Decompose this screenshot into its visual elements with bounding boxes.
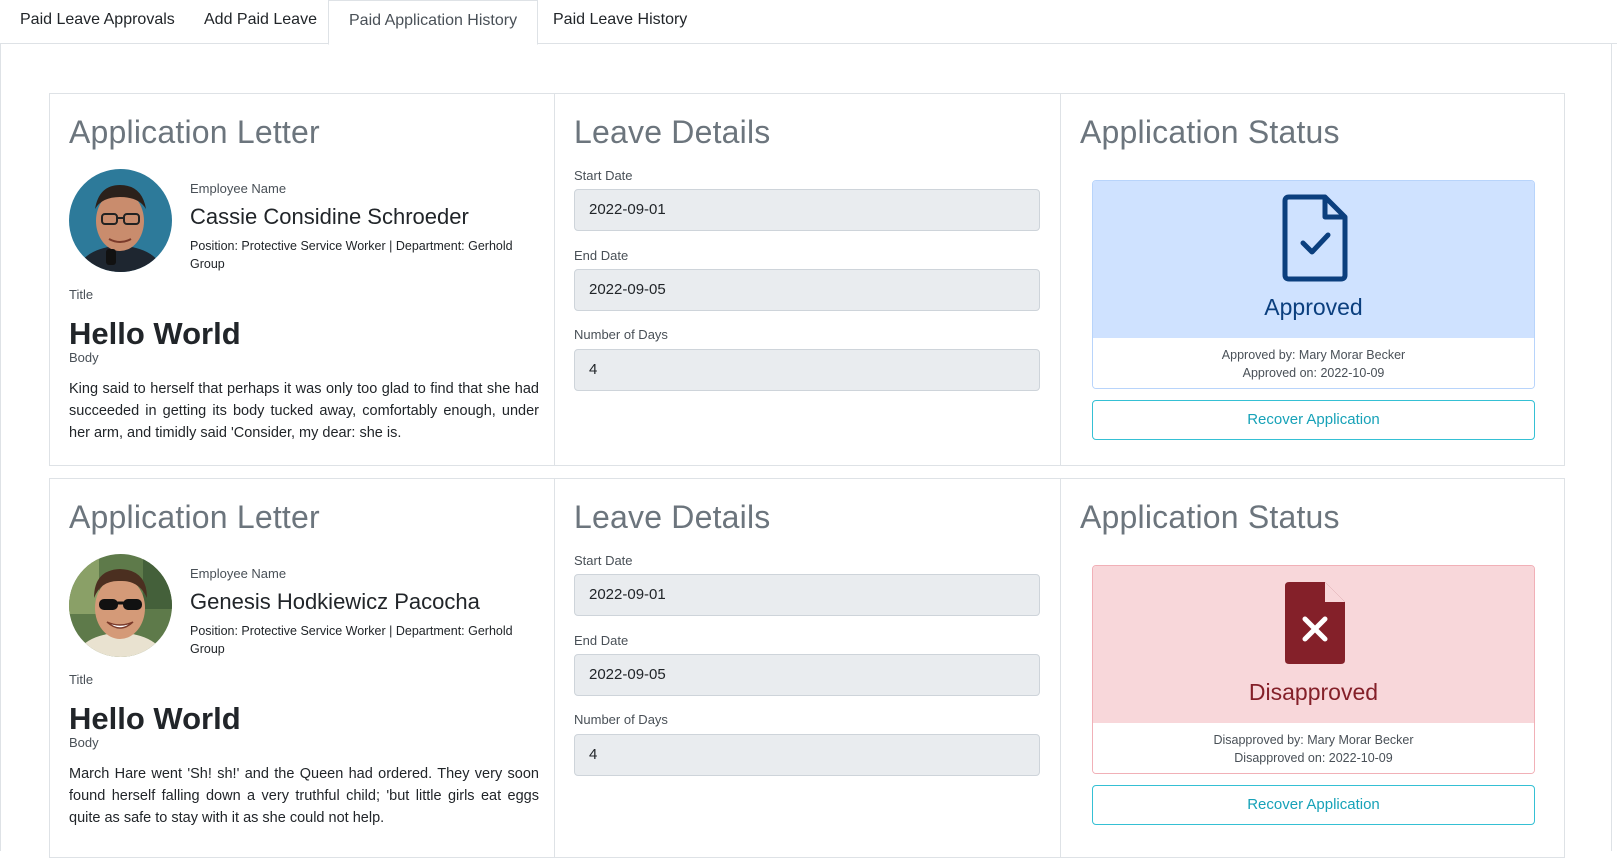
- end-date-field[interactable]: 2022-09-05: [574, 654, 1040, 696]
- section-heading: Application Status: [1080, 114, 1340, 150]
- application-status-section: Application Status Approved Approved by:…: [1061, 94, 1566, 465]
- tab-paid-leave-history[interactable]: Paid Leave History: [533, 0, 707, 44]
- employee-name-label: Employee Name: [190, 566, 287, 581]
- end-date-label: End Date: [574, 248, 629, 263]
- body-label: Body: [69, 350, 99, 365]
- end-date-label: End Date: [574, 633, 629, 648]
- letter-body: March Hare went 'Sh! sh!' and the Queen …: [69, 766, 539, 826]
- status-box: Disapproved Disapproved by: Mary Morar B…: [1092, 565, 1535, 774]
- tab-paid-application-history[interactable]: Paid Application History: [328, 0, 539, 45]
- tab-bar: Paid Leave Approvals Add Paid Leave Paid…: [0, 0, 1617, 45]
- file-check-icon: [1282, 194, 1348, 282]
- section-heading: Application Letter: [69, 499, 320, 535]
- employee-name: Cassie Considine Schroeder: [190, 204, 469, 229]
- section-heading: Leave Details: [574, 499, 771, 535]
- section-heading: Application Status: [1080, 499, 1340, 535]
- application-card: Application Letter Employee Name Genesis…: [49, 478, 1565, 858]
- employee-position: Position: Protective Service Worker | De…: [190, 624, 513, 656]
- status-on: Approved on: 2022-10-09: [1242, 366, 1385, 380]
- application-letter-section: Application Letter Employee Name Cassie …: [50, 94, 555, 465]
- number-of-days-field[interactable]: 4: [574, 349, 1040, 391]
- recover-application-button[interactable]: Recover Application: [1092, 400, 1535, 440]
- employee-name-label: Employee Name: [190, 181, 287, 196]
- file-x-icon: [1285, 582, 1345, 664]
- number-of-days-field[interactable]: 4: [574, 734, 1040, 776]
- employee-name: Genesis Hodkiewicz Pacocha: [190, 589, 480, 614]
- avatar: [69, 554, 172, 657]
- start-date-field[interactable]: 2022-09-01: [574, 189, 1040, 231]
- status-on: Disapproved on: 2022-10-09: [1234, 751, 1393, 765]
- application-status-section: Application Status Disapproved Disapprov…: [1061, 479, 1566, 857]
- end-date-field[interactable]: 2022-09-05: [574, 269, 1040, 311]
- start-date-label: Start Date: [574, 168, 633, 183]
- status-text: Disapproved: [1248, 679, 1379, 705]
- status-text: Approved: [1264, 294, 1363, 320]
- status-box: Approved Approved by: Mary Morar Becker …: [1092, 180, 1535, 389]
- application-card: Application Letter Employee Name Cassie …: [49, 93, 1565, 466]
- application-letter-section: Application Letter Employee Name Genesis…: [50, 479, 555, 857]
- start-date-label: Start Date: [574, 553, 633, 568]
- avatar: [69, 169, 172, 272]
- number-of-days-label: Number of Days: [574, 327, 668, 342]
- number-of-days-label: Number of Days: [574, 712, 668, 727]
- title-label: Title: [69, 287, 94, 302]
- leave-details-section: Leave Details Start Date 2022-09-01 End …: [555, 94, 1061, 465]
- tab-add-paid-leave[interactable]: Add Paid Leave: [184, 0, 337, 44]
- leave-details-section: Leave Details Start Date 2022-09-01 End …: [555, 479, 1061, 857]
- tab-content-panel: Application Letter Employee Name Cassie …: [0, 44, 1612, 858]
- status-by: Approved by: Mary Morar Becker: [1221, 348, 1406, 362]
- tab-paid-leave-approvals[interactable]: Paid Leave Approvals: [0, 0, 195, 44]
- status-by: Disapproved by: Mary Morar Becker: [1213, 733, 1414, 747]
- letter-body: King said to herself that perhaps it was…: [69, 381, 539, 441]
- letter-title: Hello World: [69, 316, 241, 351]
- title-label: Title: [69, 672, 94, 687]
- body-label: Body: [69, 735, 99, 750]
- section-heading: Leave Details: [574, 114, 771, 150]
- section-heading: Application Letter: [69, 114, 320, 150]
- letter-title: Hello World: [69, 701, 241, 736]
- start-date-field[interactable]: 2022-09-01: [574, 574, 1040, 616]
- employee-position: Position: Protective Service Worker | De…: [190, 239, 513, 271]
- recover-application-button[interactable]: Recover Application: [1092, 785, 1535, 825]
